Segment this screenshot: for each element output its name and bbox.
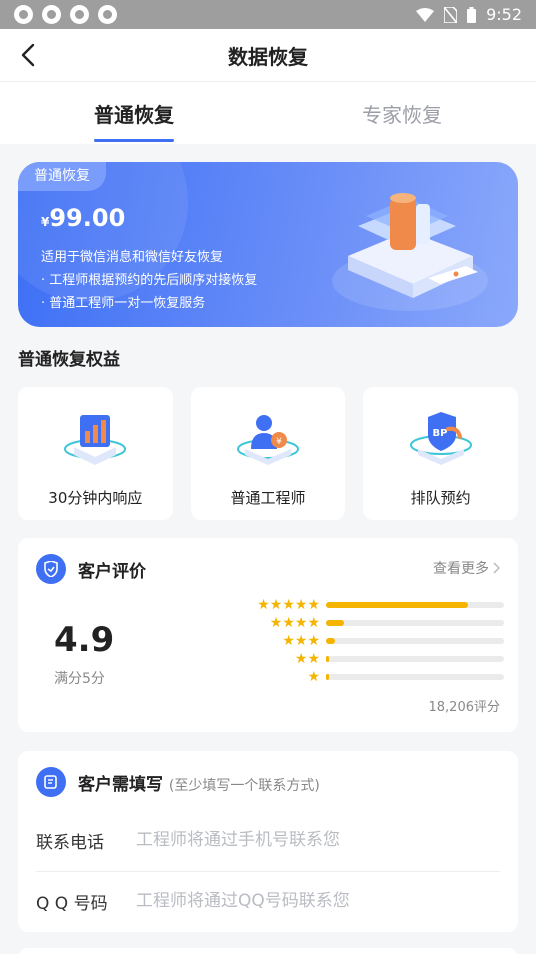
rating-bar-track [326,620,504,626]
phone-label: 联系电话 [36,832,104,853]
rating-bar-fill [326,656,329,662]
back-button[interactable] [8,35,48,75]
benefit-item: ¥ 普通工程师 [190,387,346,520]
banner-line: · 普通工程师一对一恢复服务 [41,296,206,311]
next-card [18,948,518,954]
tab-normal-recovery[interactable]: 普通恢复 [0,82,268,144]
rating-bar-row: ★★★★★ [234,596,504,614]
qq-label: Q Q 号码 [36,893,108,914]
rating-bar-row: ★★★★ [234,614,504,632]
rating-bar-fill [326,602,469,608]
battery-icon [467,6,477,23]
engineer-icon: ¥ [237,415,299,465]
phone-input[interactable] [136,830,500,850]
banner-description: 适用于微信消息和微信好友恢复 · 工程师根据预约的先后顺序对接恢复 · 普通工程… [41,246,257,315]
view-more-link[interactable]: 查看更多 [433,558,500,578]
benefit-item: BP 排队预约 [363,387,519,520]
tab-expert-recovery[interactable]: 专家恢复 [268,82,536,144]
star-icons: ★ [307,669,320,685]
svg-text:BP: BP [432,428,447,439]
banner-line: · 工程师根据预约的先后顺序对接恢复 [41,273,258,288]
benefit-label: 排队预约 [410,489,471,507]
benefit-label: 普通工程师 [230,489,306,507]
notification-icon [14,5,33,24]
notification-icons [14,5,117,24]
rating-bar-fill [326,638,335,644]
edit-form-icon [36,767,66,797]
notification-icon [42,5,61,24]
star-icons: ★★ [294,651,320,667]
rating-bar-track [326,674,504,680]
active-tab-indicator [94,139,174,142]
data-server-illustration [332,193,488,311]
no-sim-icon [444,6,458,23]
nav-bar: 数据恢复 [0,29,536,82]
rating-bar-fill [326,620,344,626]
status-time: 9:52 [486,5,522,24]
benefits-list: 30分钟内响应 ¥ 普通工程师 BP 排队预约 [18,387,519,520]
qq-input[interactable] [136,891,500,911]
rating-count: 18,206评分 [428,700,501,715]
chevron-right-icon [493,562,500,574]
banner-tag: 普通恢复 [18,162,106,191]
qq-field-row: Q Q 号码 [36,872,500,930]
banner-line: 适用于微信消息和微信好友恢复 [41,250,224,265]
rating-score: 4.9 [54,620,115,660]
star-icons: ★★★★ [269,615,320,631]
notification-icon [70,5,89,24]
wifi-icon [416,7,435,22]
price: ¥99.00 [41,204,125,232]
status-bar: 9:52 [0,0,536,29]
rating-bar-row: ★★★ [234,632,504,650]
form-title-text: 客户需填写 [78,774,163,795]
speed-chart-icon [64,415,127,465]
review-icon [36,554,66,584]
rating-bar-track [326,602,504,608]
tab-bar: 普通恢复 专家恢复 [0,82,536,144]
rating-bar-track [326,638,504,644]
star-icons: ★★★★★ [257,597,320,613]
rating-bar-row: ★★ [234,650,504,668]
form-subtitle: (至少填写一个联系方式) [168,777,320,794]
reviews-card: 客户评价 查看更多 4.9 满分5分 ★★★★★ ★★★★ ★★★ ★★ ★ 18,20… [18,538,518,732]
reviews-title: 客户评价 [78,561,146,582]
notification-icon [98,5,117,24]
rating-bar-fill [326,674,329,680]
star-icons: ★★★ [282,633,320,649]
price-value: 99.00 [49,204,126,232]
chevron-left-icon [21,43,35,67]
page-title: 数据恢复 [228,44,308,69]
benefit-item: 30分钟内响应 [18,387,173,520]
tab-label: 专家恢复 [362,102,442,127]
appointment-shield-icon: BP [409,412,472,465]
form-title: 客户需填写 (至少填写一个联系方式) [78,770,320,795]
view-more-label: 查看更多 [433,561,489,577]
rating-bar-track [326,656,504,662]
benefit-label: 30分钟内响应 [48,489,143,507]
service-banner: 普通恢复 ¥99.00 适用于微信消息和微信好友恢复 · 工程师根据预约的先后顺… [18,162,518,327]
rating-distribution: ★★★★★ ★★★★ ★★★ ★★ ★ [234,596,504,686]
contact-form-card: 客户需填写 (至少填写一个联系方式) 联系电话 Q Q 号码 [18,751,518,932]
benefits-title: 普通恢复权益 [18,350,120,370]
tab-label: 普通恢复 [94,102,174,127]
rating-scale: 满分5分 [54,671,105,687]
svg-text:¥: ¥ [276,437,282,447]
rating-bar-row: ★ [234,668,504,686]
phone-field-row: 联系电话 [36,811,500,869]
